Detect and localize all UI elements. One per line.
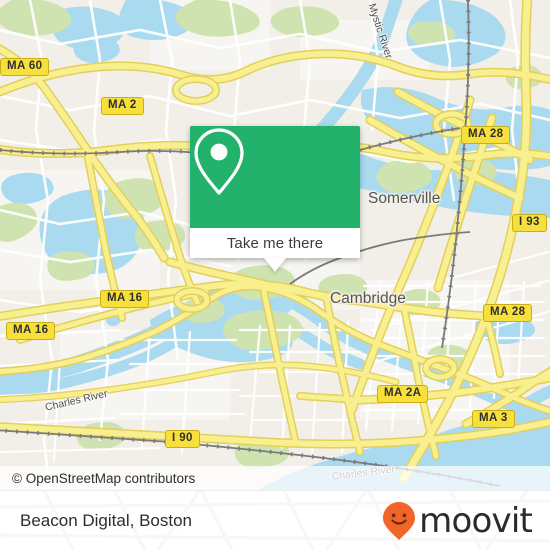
map-canvas[interactable]: Somerville Cambridge Mystic River Charle… bbox=[0, 0, 550, 490]
moovit-wordmark: moovit bbox=[419, 501, 533, 541]
take-me-there-callout[interactable]: Take me there bbox=[190, 126, 360, 272]
map-screenshot: Somerville Cambridge Mystic River Charle… bbox=[0, 0, 550, 550]
highway-shield-ma-2a[interactable]: MA 2A bbox=[377, 385, 429, 403]
callout-tail bbox=[264, 258, 286, 272]
poi-name: Beacon Digital, Boston bbox=[20, 511, 192, 530]
highway-shield-ma-16-west[interactable]: MA 16 bbox=[6, 322, 56, 340]
callout-header bbox=[190, 126, 360, 228]
highway-shield-i-93[interactable]: I 93 bbox=[512, 214, 547, 232]
highway-shield-ma-28-south[interactable]: MA 28 bbox=[483, 304, 533, 322]
place-label-cambridge: Cambridge bbox=[330, 290, 406, 307]
osm-attribution-text[interactable]: © OpenStreetMap contributors bbox=[0, 471, 195, 486]
map-pin-icon bbox=[194, 128, 244, 195]
highway-shield-ma-2[interactable]: MA 2 bbox=[101, 97, 144, 115]
highway-shield-ma-3[interactable]: MA 3 bbox=[472, 410, 515, 428]
moovit-pin-smiley-icon bbox=[383, 502, 416, 540]
place-label-somerville: Somerville bbox=[368, 190, 441, 207]
map-attribution-bar: © OpenStreetMap contributors bbox=[0, 466, 550, 490]
callout-body[interactable]: Take me there bbox=[190, 228, 360, 258]
highway-shield-i-90[interactable]: I 90 bbox=[165, 430, 200, 448]
take-me-there-label: Take me there bbox=[226, 234, 324, 252]
highway-shield-ma-28-north[interactable]: MA 28 bbox=[461, 126, 511, 144]
highway-shield-ma-60[interactable]: MA 60 bbox=[0, 58, 50, 76]
moovit-brand[interactable]: moovit bbox=[382, 501, 550, 541]
footer-bar: Beacon Digital, Boston moovit bbox=[0, 490, 550, 550]
highway-shield-ma-16-north[interactable]: MA 16 bbox=[100, 290, 150, 308]
